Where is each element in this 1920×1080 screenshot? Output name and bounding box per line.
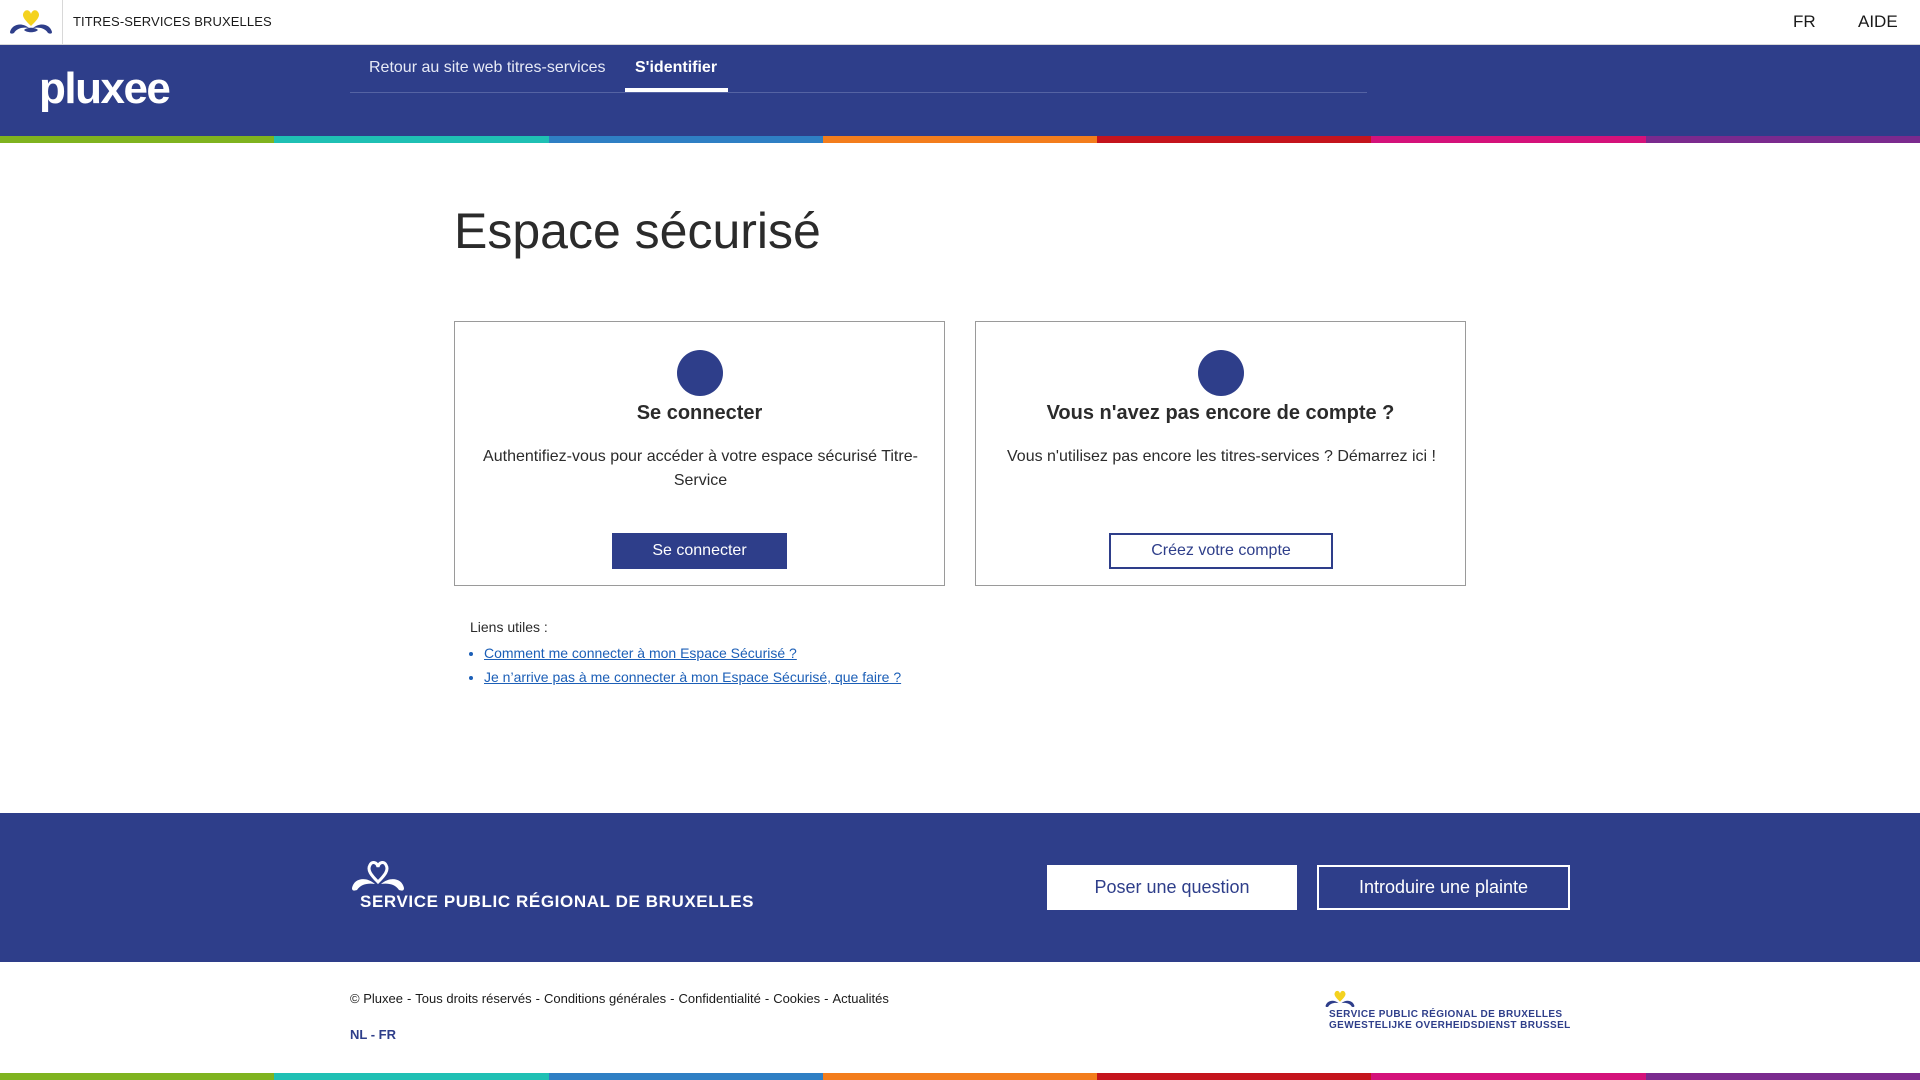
list-item: Je n’arrive pas à me connecter à mon Esp… xyxy=(484,665,901,689)
link-how-to-connect[interactable]: Comment me connecter à mon Espace Sécuri… xyxy=(484,645,797,661)
separator: - xyxy=(670,991,675,1006)
pluxee-logo[interactable]: pluxee xyxy=(39,64,171,114)
login-card-icon xyxy=(677,350,723,396)
sprb-logo-line-nl: GEWESTELIJKE OVERHEIDSDIENST BRUSSEL xyxy=(1329,1020,1571,1031)
useful-links-list: Comment me connecter à mon Espace Sécuri… xyxy=(470,641,901,689)
terms-link[interactable]: Conditions générales xyxy=(544,991,666,1006)
language-selector[interactable]: FR xyxy=(1793,12,1816,32)
brussels-region-white-icon xyxy=(352,861,404,891)
create-account-button[interactable]: Créez votre compte xyxy=(1109,533,1333,569)
stripe-segment xyxy=(274,1073,549,1080)
separator: - xyxy=(406,991,412,1006)
register-card-title: Vous n'avez pas encore de compte ? xyxy=(1046,402,1395,424)
stripe-segment xyxy=(1645,136,1920,143)
lang-fr-link[interactable]: FR xyxy=(379,1027,396,1042)
stripe-segment xyxy=(822,136,1098,143)
stripe-segment xyxy=(548,136,823,143)
footer-contact: SERVICE PUBLIC RÉGIONAL DE BRUXELLES Pos… xyxy=(0,813,1920,962)
footer-legal: © Pluxee - Tous droits réservés - Conditions… xyxy=(0,962,1920,1073)
nav-login[interactable]: S'identifier xyxy=(635,59,717,77)
register-card-text: Vous n'utilisez pas encore les titres-se… xyxy=(1007,448,1436,465)
login-card-text: Authentifiez-vous pour accéder à votre e… xyxy=(483,448,918,489)
separator: - xyxy=(764,991,770,1006)
stripe-segment xyxy=(1097,1073,1372,1080)
stripe-segment xyxy=(548,1073,823,1080)
separator: - xyxy=(824,991,829,1006)
brussels-region-icon[interactable] xyxy=(8,6,54,38)
stripe-segment xyxy=(1371,136,1646,143)
page-title: Espace sécurisé xyxy=(454,203,821,259)
rights-text: Tous droits réservés xyxy=(415,991,532,1006)
main-header: pluxee Retour au site web titres-service… xyxy=(0,45,1920,136)
link-cannot-connect[interactable]: Je n’arrive pas à me connecter à mon Esp… xyxy=(484,669,901,685)
login-button[interactable]: Se connecter xyxy=(612,533,787,569)
sprb-footer-logo[interactable]: SERVICE PUBLIC RÉGIONAL DE BRUXELLES GEW… xyxy=(1324,988,1570,1033)
site-title[interactable]: TITRES-SERVICES BRUXELLES xyxy=(73,14,272,29)
list-item: Comment me connecter à mon Espace Sécuri… xyxy=(484,641,901,665)
ask-question-button[interactable]: Poser une question xyxy=(1047,865,1297,910)
brussels-region-icon xyxy=(1325,990,1355,1008)
stripe-segment xyxy=(1097,136,1372,143)
cookies-link[interactable]: Cookies xyxy=(773,991,820,1006)
privacy-link[interactable]: Confidentialité xyxy=(678,991,760,1006)
legal-links: © Pluxee - Tous droits réservés - Conditions… xyxy=(350,991,889,1006)
login-card-title: Se connecter xyxy=(636,402,763,424)
separator: - xyxy=(535,991,540,1006)
stripe-segment xyxy=(822,1073,1098,1080)
stripe-segment xyxy=(1645,1073,1920,1080)
news-link[interactable]: Actualités xyxy=(833,991,889,1006)
useful-links: Liens utiles : Comment me connecter à mo… xyxy=(470,619,901,689)
footer-language-switch: NL - FR xyxy=(350,1027,397,1042)
nav-active-indicator xyxy=(625,88,728,92)
stripe-segment xyxy=(274,136,549,143)
login-card: Se connecter Authentifiez-vous pour accé… xyxy=(454,321,945,586)
sprb-logo-line-fr: SERVICE PUBLIC RÉGIONAL DE BRUXELLES xyxy=(1329,1009,1563,1020)
top-bar: TITRES-SERVICES BRUXELLES FR AIDE xyxy=(0,0,1920,45)
register-card-icon xyxy=(1198,350,1244,396)
lang-nl-link[interactable]: NL xyxy=(350,1027,367,1042)
stripe-segment xyxy=(0,1073,275,1080)
main-nav: Retour au site web titres-services S'ide… xyxy=(350,45,1367,93)
footer-org-name: SERVICE PUBLIC RÉGIONAL DE BRUXELLES xyxy=(360,892,755,911)
file-complaint-button[interactable]: Introduire une plainte xyxy=(1317,865,1570,910)
help-link[interactable]: AIDE xyxy=(1858,12,1898,32)
color-stripe-top xyxy=(0,136,1920,143)
top-bar-divider xyxy=(62,0,63,45)
useful-links-label: Liens utiles : xyxy=(470,619,548,635)
stripe-segment xyxy=(1371,1073,1646,1080)
color-stripe-bottom xyxy=(0,1073,1920,1080)
stripe-segment xyxy=(0,136,275,143)
nav-back-to-site[interactable]: Retour au site web titres-services xyxy=(369,59,606,77)
copyright-text: © Pluxee xyxy=(350,991,403,1006)
register-card: Vous n'avez pas encore de compte ? Vous … xyxy=(975,321,1466,586)
